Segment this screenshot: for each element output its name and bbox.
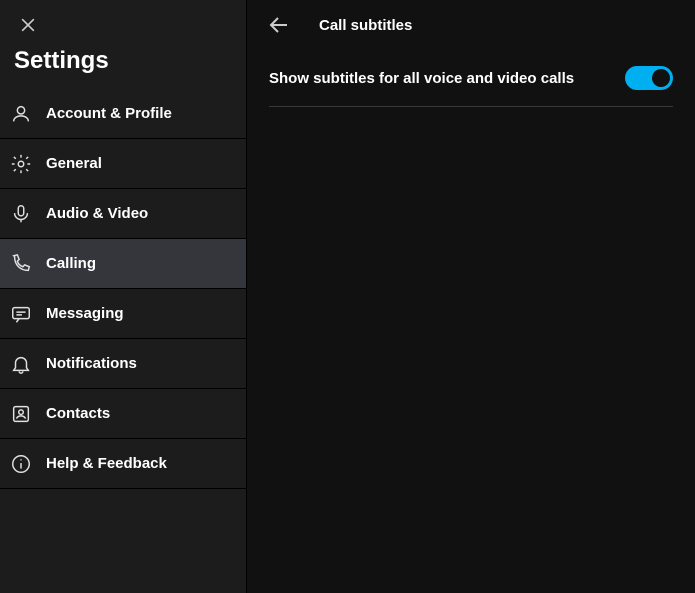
sidebar: Settings Account & Profile General Audio… bbox=[0, 0, 247, 593]
subtitles-toggle[interactable] bbox=[625, 66, 673, 90]
sidebar-top bbox=[0, 0, 246, 41]
sidebar-item-help-feedback[interactable]: Help & Feedback bbox=[0, 439, 246, 489]
sidebar-item-messaging[interactable]: Messaging bbox=[0, 289, 246, 339]
page-title: Call subtitles bbox=[319, 17, 412, 34]
sidebar-item-label: Audio & Video bbox=[46, 205, 148, 222]
arrow-left-icon bbox=[267, 13, 291, 37]
back-button[interactable] bbox=[267, 13, 291, 37]
settings-window: Settings Account & Profile General Audio… bbox=[0, 0, 695, 593]
toggle-knob bbox=[652, 69, 670, 87]
info-icon bbox=[10, 453, 32, 475]
sidebar-item-contacts[interactable]: Contacts bbox=[0, 389, 246, 439]
bell-icon bbox=[10, 353, 32, 375]
sidebar-item-label: Messaging bbox=[46, 305, 124, 322]
option-row-subtitles: Show subtitles for all voice and video c… bbox=[269, 50, 673, 107]
sidebar-item-calling[interactable]: Calling bbox=[0, 239, 246, 289]
close-button[interactable] bbox=[18, 15, 38, 35]
sidebar-item-account-profile[interactable]: Account & Profile bbox=[0, 89, 246, 139]
close-icon bbox=[18, 15, 38, 35]
sidebar-item-audio-video[interactable]: Audio & Video bbox=[0, 189, 246, 239]
sidebar-item-label: Calling bbox=[46, 255, 96, 272]
contacts-icon bbox=[10, 403, 32, 425]
sidebar-item-label: Help & Feedback bbox=[46, 455, 167, 472]
sidebar-item-general[interactable]: General bbox=[0, 139, 246, 189]
option-label: Show subtitles for all voice and video c… bbox=[269, 70, 574, 87]
sidebar-title: Settings bbox=[0, 41, 246, 89]
main-header: Call subtitles bbox=[247, 0, 695, 50]
phone-icon bbox=[10, 253, 32, 275]
main-panel: Call subtitles Show subtitles for all vo… bbox=[247, 0, 695, 593]
sidebar-item-label: Account & Profile bbox=[46, 105, 172, 122]
sidebar-item-label: General bbox=[46, 155, 102, 172]
chat-icon bbox=[10, 303, 32, 325]
microphone-icon bbox=[10, 203, 32, 225]
sidebar-item-label: Notifications bbox=[46, 355, 137, 372]
gear-icon bbox=[10, 153, 32, 175]
sidebar-item-label: Contacts bbox=[46, 405, 110, 422]
person-icon bbox=[10, 103, 32, 125]
sidebar-menu: Account & Profile General Audio & Video … bbox=[0, 89, 246, 489]
sidebar-item-notifications[interactable]: Notifications bbox=[0, 339, 246, 389]
